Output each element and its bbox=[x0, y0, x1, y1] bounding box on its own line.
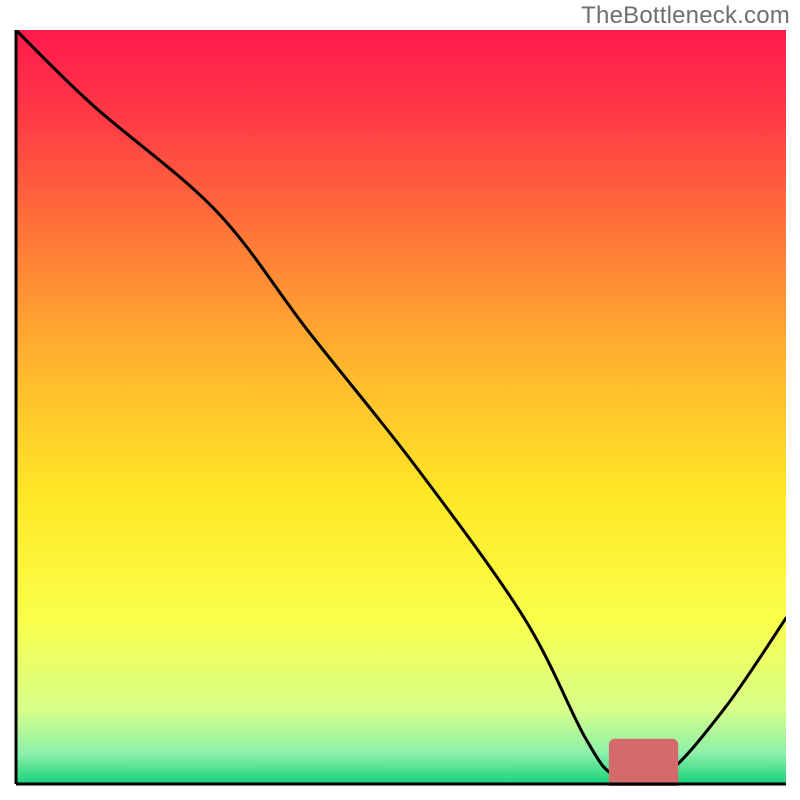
chart-area bbox=[14, 30, 786, 786]
optimum-marker bbox=[609, 739, 678, 786]
watermark-text: TheBottleneck.com bbox=[581, 2, 790, 30]
gradient-background bbox=[16, 30, 786, 784]
root: TheBottleneck.com bbox=[0, 0, 800, 800]
chart-svg bbox=[14, 30, 786, 786]
